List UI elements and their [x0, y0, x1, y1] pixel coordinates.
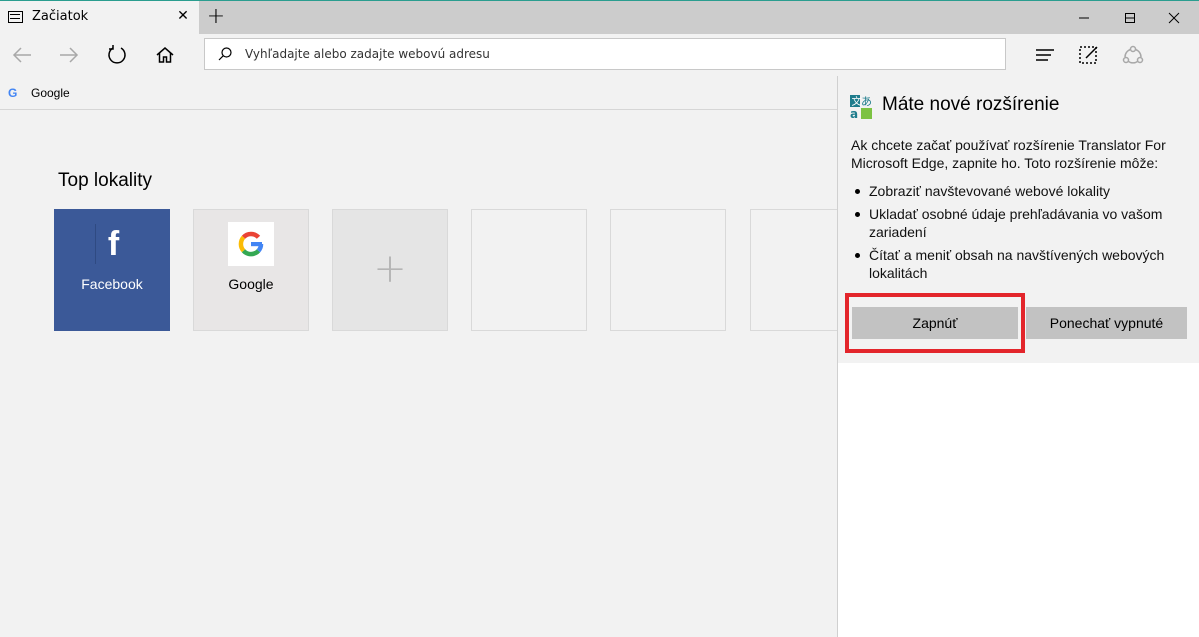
web-note-icon: [1079, 46, 1098, 64]
empty-tile[interactable]: [471, 209, 587, 331]
navigation-toolbar: [0, 34, 1199, 76]
new-tab-button[interactable]: +: [205, 4, 227, 29]
svg-text:あ: あ: [861, 95, 872, 108]
facebook-icon: f: [95, 224, 131, 264]
share-icon: [1122, 45, 1144, 64]
favorite-label: Google: [31, 86, 70, 100]
tab-start[interactable]: Začiatok ✕: [0, 1, 199, 34]
address-bar[interactable]: [204, 38, 1006, 70]
page-favicon-icon: [8, 11, 23, 23]
empty-tile[interactable]: [750, 209, 837, 331]
home-button[interactable]: [149, 39, 181, 71]
permission-list: Zobraziť navštevované webové lokality Uk…: [851, 182, 1191, 287]
keep-off-button[interactable]: Ponechať vypnuté: [1026, 307, 1187, 339]
top-site-tile-google[interactable]: Google: [193, 209, 309, 331]
maximize-icon: [1125, 12, 1135, 23]
home-icon: [156, 47, 174, 63]
tab-title: Začiatok: [32, 9, 89, 24]
minimize-icon: [1079, 17, 1089, 18]
top-sites-heading: Top lokality: [58, 170, 152, 191]
close-window-button[interactable]: [1151, 1, 1197, 34]
hub-icon: [1036, 49, 1054, 61]
more-icon: [1166, 44, 1188, 66]
favorites-bar: G Google: [0, 76, 837, 110]
permission-item: Čítať a meniť obsah na navštívených webo…: [851, 246, 1191, 282]
forward-button[interactable]: [53, 39, 85, 71]
top-site-tile-facebook[interactable]: f Facebook: [54, 209, 170, 331]
panel-title: Máte nové rozšírenie: [882, 94, 1060, 115]
address-input[interactable]: [245, 44, 985, 64]
permission-item: Ukladať osobné údaje prehľadávania vo va…: [851, 205, 1191, 241]
google-logo-icon: [228, 222, 274, 266]
refresh-icon: [108, 45, 126, 64]
plus-icon: +: [373, 246, 407, 292]
tab-close-icon[interactable]: ✕: [176, 8, 190, 24]
empty-tile[interactable]: [610, 209, 726, 331]
share-button[interactable]: [1117, 39, 1149, 71]
svg-text:a: a: [850, 107, 858, 120]
web-note-button[interactable]: [1073, 39, 1105, 71]
tile-label: Facebook: [81, 276, 143, 292]
back-icon: [12, 47, 31, 63]
add-top-site-tile[interactable]: +: [332, 209, 448, 331]
google-favicon-icon: G: [8, 86, 18, 100]
permission-item: Zobraziť navštevované webové lokality: [851, 182, 1191, 200]
search-icon: [218, 47, 232, 61]
enable-extension-button[interactable]: Zapnúť: [852, 307, 1018, 339]
translator-icon: 文 あ a: [850, 95, 872, 120]
minimize-button-area[interactable]: [1061, 1, 1107, 34]
refresh-button[interactable]: [101, 39, 133, 71]
extension-notification-panel: 文 あ a Máte nové rozšírenie Ak chcete zač…: [837, 76, 1199, 637]
maximize-button[interactable]: [1107, 1, 1153, 34]
panel-header-area: 文 あ a Máte nové rozšírenie Ak chcete zač…: [838, 76, 1199, 363]
back-button[interactable]: [6, 39, 38, 71]
panel-description: Ak chcete začať používať rozšírenie Tran…: [851, 137, 1166, 171]
tile-label: Google: [228, 276, 274, 292]
hub-button[interactable]: [1029, 39, 1061, 71]
forward-icon: [60, 47, 79, 63]
title-bar: Začiatok ✕ +: [0, 0, 1199, 34]
close-icon: [1168, 12, 1180, 23]
more-button[interactable]: [1161, 39, 1193, 71]
